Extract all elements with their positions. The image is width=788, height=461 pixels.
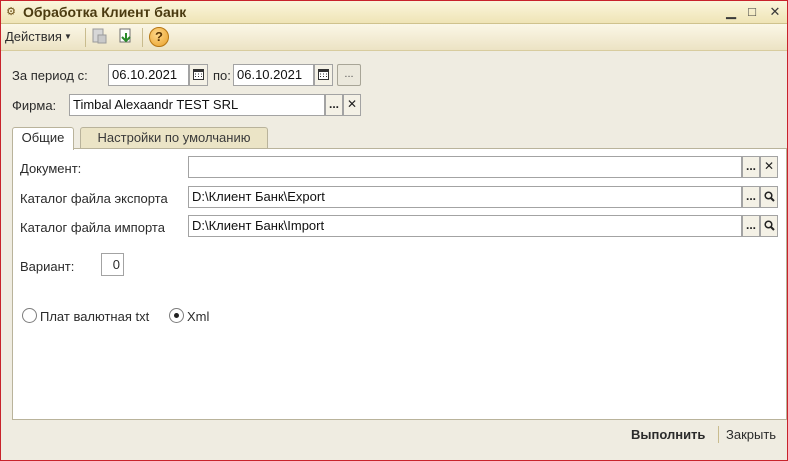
- import-dir-input[interactable]: D:\Клиент Банк\Import: [188, 215, 742, 237]
- radio-txt[interactable]: [22, 308, 37, 323]
- title-bar: ⚙ Обработка Клиент банк ▁ □ ✕: [1, 1, 787, 24]
- main-window: ⚙ Обработка Клиент банк ▁ □ ✕ Действия ▼ …: [0, 0, 788, 461]
- help-icon[interactable]: ?: [149, 27, 169, 47]
- firm-label: Фирма:: [12, 98, 57, 113]
- calendar-icon[interactable]: [314, 64, 333, 86]
- import-dir-label: Каталог файла импорта: [20, 220, 165, 235]
- radio-txt-label: Плат валютная txt: [40, 309, 150, 324]
- document-label: Документ:: [20, 161, 82, 176]
- period-from-label: За период с:: [12, 68, 88, 83]
- maximize-button[interactable]: □: [744, 4, 760, 20]
- window-title: Обработка Клиент банк: [23, 4, 187, 20]
- actions-menu[interactable]: Действия ▼: [5, 29, 72, 44]
- close-button[interactable]: Закрыть: [726, 427, 776, 442]
- export-select-button[interactable]: ...: [742, 186, 760, 208]
- variant-label: Вариант:: [20, 259, 75, 274]
- close-window-button[interactable]: ✕: [767, 4, 783, 20]
- period-to-input[interactable]: 06.10.2021: [233, 64, 314, 86]
- actions-menu-label: Действия: [5, 29, 62, 44]
- toolbar-separator: [142, 28, 143, 47]
- document-disabled-icon[interactable]: [88, 27, 110, 48]
- tab-defaults[interactable]: Настройки по умолчанию: [80, 127, 268, 149]
- document-input[interactable]: [188, 156, 742, 178]
- execute-button[interactable]: Выполнить: [631, 427, 705, 442]
- firm-select-button[interactable]: ...: [325, 94, 343, 116]
- radio-xml[interactable]: [169, 308, 184, 323]
- variant-input[interactable]: 0: [101, 253, 124, 276]
- import-search-icon[interactable]: [760, 215, 778, 237]
- document-clear-icon[interactable]: ✕: [760, 156, 778, 178]
- firm-clear-icon[interactable]: ✕: [343, 94, 361, 116]
- period-to-label: по:: [213, 68, 231, 83]
- firm-input[interactable]: Timbal Alexaandr TEST SRL: [69, 94, 325, 116]
- footer-separator: [718, 426, 719, 443]
- document-download-icon[interactable]: [115, 27, 137, 48]
- tab-general[interactable]: Общие: [12, 127, 74, 150]
- period-from-input[interactable]: 06.10.2021: [108, 64, 189, 86]
- toolbar-separator: [85, 28, 86, 47]
- document-select-button[interactable]: ...: [742, 156, 760, 178]
- import-select-button[interactable]: ...: [742, 215, 760, 237]
- radio-xml-label: Xml: [187, 309, 210, 324]
- export-search-icon[interactable]: [760, 186, 778, 208]
- footer-bar: Выполнить Закрыть: [1, 420, 787, 460]
- select-period-button[interactable]: ...: [337, 64, 361, 86]
- toolbar: Действия ▼: [1, 24, 787, 51]
- app-icon: ⚙: [6, 6, 16, 18]
- export-dir-input[interactable]: D:\Клиент Банк\Export: [188, 186, 742, 208]
- export-dir-label: Каталог файла экспорта: [20, 191, 168, 206]
- caret-down-icon: ▼: [63, 32, 72, 41]
- minimize-button[interactable]: ▁: [723, 4, 739, 20]
- calendar-icon[interactable]: [189, 64, 208, 86]
